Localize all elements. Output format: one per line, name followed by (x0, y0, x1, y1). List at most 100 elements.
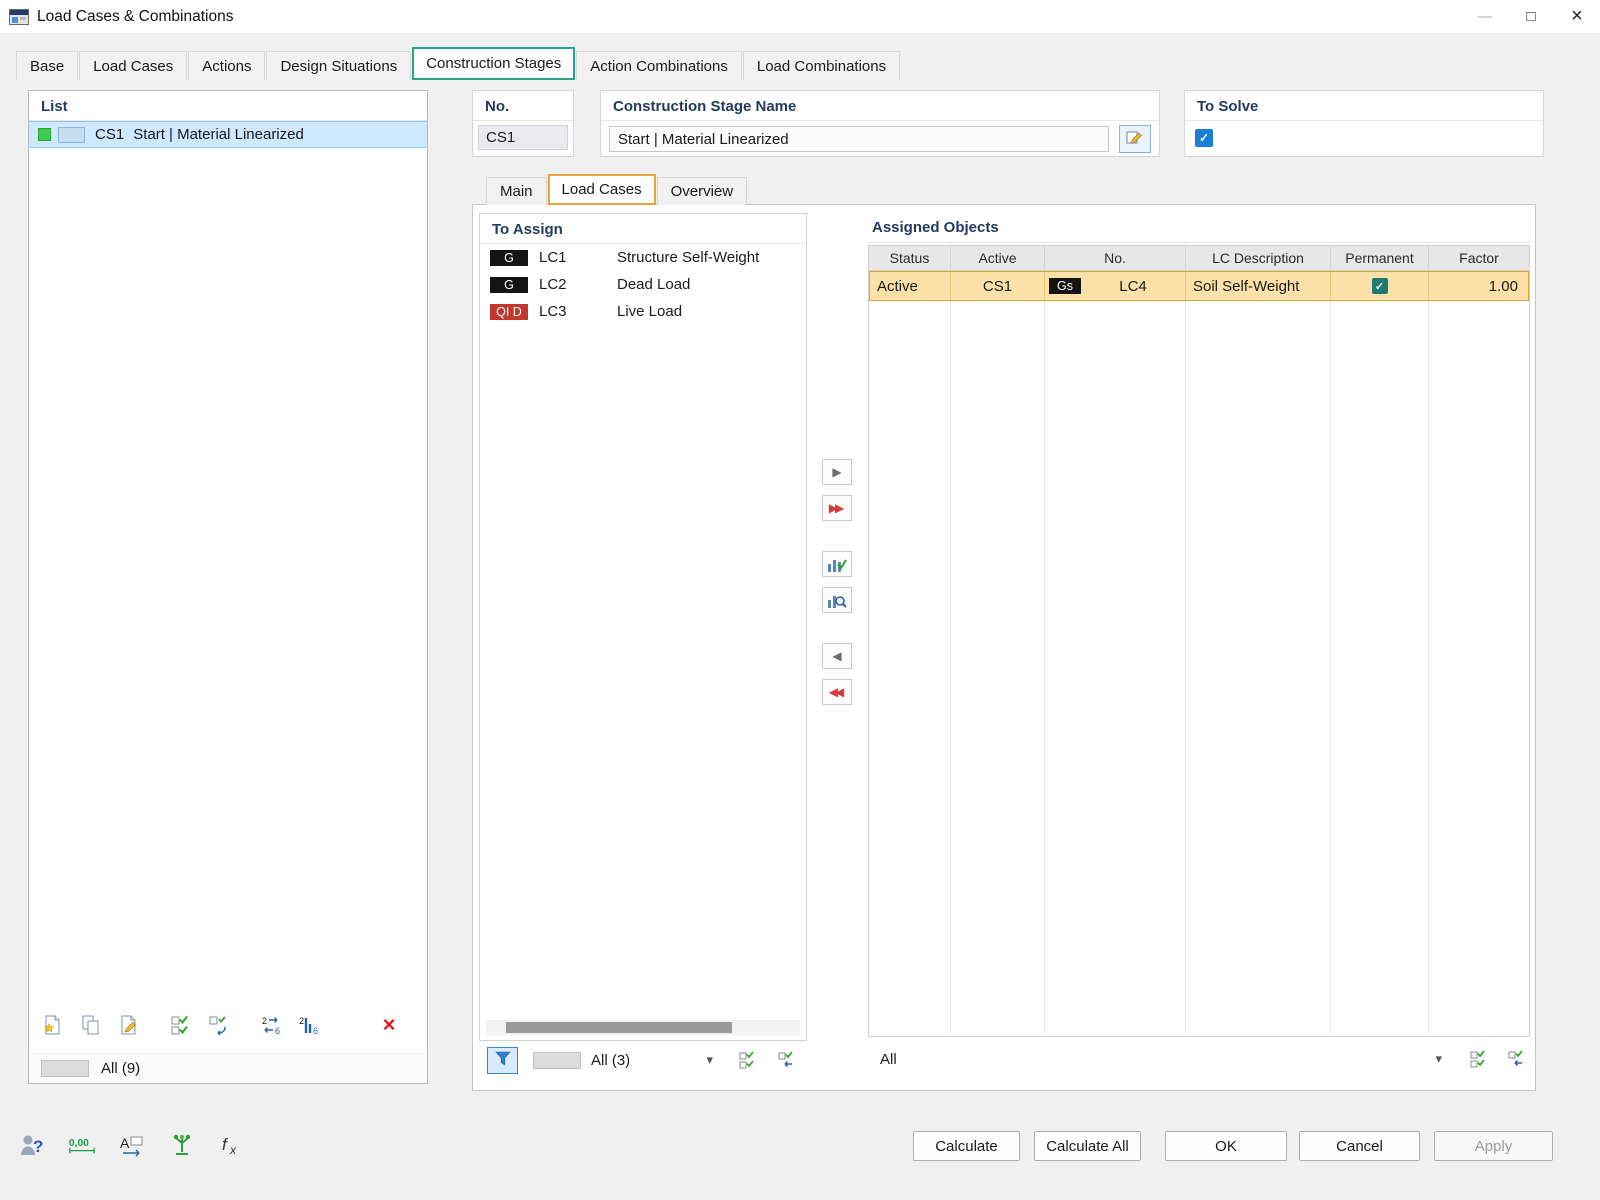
deselect-checks-icon[interactable] (1503, 1047, 1531, 1072)
column-header-factor[interactable]: Factor (1429, 246, 1529, 270)
column-header-permanent[interactable]: Permanent (1331, 246, 1429, 270)
cell-lc-description: Soil Self-Weight (1186, 271, 1331, 301)
to-assign-item-lc3[interactable]: QI D LC3 Live Load (480, 298, 806, 325)
tab-base[interactable]: Base (16, 51, 78, 80)
titlebar: Load Cases & Combinations — □ × (0, 0, 1600, 34)
stage-name-field[interactable]: Start | Material Linearized (609, 126, 1109, 152)
svg-text:6: 6 (275, 1026, 280, 1035)
close-button[interactable]: × (1554, 0, 1600, 34)
assigned-objects-footer: All ▾ (876, 1045, 1530, 1073)
assign-one-button[interactable]: ▶ (822, 459, 852, 485)
chevron-down-icon: ▾ (706, 1052, 713, 1068)
subtab-overview[interactable]: Overview (657, 177, 748, 205)
assign-all-button[interactable]: ▶▶ (822, 495, 852, 521)
assigned-filter-value: All (880, 1051, 897, 1068)
ok-button[interactable]: OK (1165, 1131, 1287, 1161)
edit-name-button[interactable] (1119, 125, 1151, 153)
subtab-load-cases[interactable]: Load Cases (548, 174, 656, 205)
maximize-button[interactable]: □ (1508, 0, 1554, 34)
tab-action-combinations[interactable]: Action Combinations (576, 51, 742, 80)
table-header-row: Status Active No. LC Description Permane… (869, 246, 1529, 271)
load-case-id: LC1 (539, 249, 617, 266)
deselect-checks-icon[interactable] (772, 1048, 800, 1073)
stage-name-card: Construction Stage Name Start | Material… (600, 90, 1160, 157)
renumber-icon[interactable]: 26 (259, 1014, 283, 1036)
cell-no: Gs LC4 (1045, 271, 1186, 301)
calculate-all-button[interactable]: Calculate All (1034, 1131, 1141, 1161)
filter-button[interactable] (487, 1047, 518, 1074)
tab-load-combinations[interactable]: Load Combinations (743, 51, 900, 80)
window-controls: — □ × (1462, 0, 1600, 34)
renumber-options-icon[interactable]: 26 (297, 1014, 321, 1036)
main-tab-bar: Base Load Cases Actions Design Situation… (16, 47, 901, 80)
load-case-name: Live Load (617, 303, 806, 320)
to-solve-checkbox[interactable]: ✓ (1195, 129, 1213, 147)
invert-selection-icon[interactable] (207, 1014, 231, 1036)
tab-actions[interactable]: Actions (188, 51, 265, 80)
table-row[interactable]: Active CS1 Gs LC4 Soil Self-Weight ✓ 1.0… (869, 271, 1529, 301)
select-checks-icon[interactable] (1464, 1047, 1492, 1072)
column-header-status[interactable]: Status (869, 246, 951, 270)
load-type-badge: QI D (490, 304, 528, 320)
edit-stage-icon[interactable] (117, 1014, 141, 1036)
calculate-button[interactable]: Calculate (913, 1131, 1020, 1161)
select-all-icon[interactable] (169, 1014, 193, 1036)
load-type-badge: Gs (1049, 278, 1081, 294)
generate-icon[interactable] (168, 1131, 196, 1159)
footer-buttons: Calculate Calculate All OK Cancel Apply (913, 1131, 1553, 1161)
svg-text:x: x (229, 1143, 237, 1157)
new-stage-icon[interactable] (41, 1014, 65, 1036)
remove-one-button[interactable]: ◀ (822, 643, 852, 669)
tab-load-cases[interactable]: Load Cases (79, 51, 187, 80)
column-header-active[interactable]: Active (951, 246, 1045, 270)
apply-button: Apply (1434, 1131, 1553, 1161)
rename-icon[interactable]: A (118, 1131, 146, 1159)
help-icon[interactable]: ? (18, 1131, 46, 1159)
footer-toolbar: ? 0,00 A fx (18, 1128, 246, 1162)
assign-check-icon[interactable] (822, 551, 852, 577)
column-header-no[interactable]: No. (1045, 246, 1186, 270)
list-item-cs1[interactable]: CS1 Start | Material Linearized (29, 121, 427, 148)
to-assign-hscrollbar[interactable] (486, 1020, 800, 1035)
list-filter-bar[interactable]: All (9) (29, 1053, 427, 1083)
cancel-button[interactable]: Cancel (1299, 1131, 1420, 1161)
list-toolbar: 26 26 × (41, 1011, 415, 1039)
units-icon[interactable]: 0,00 (68, 1131, 96, 1159)
cell-status: Active (869, 271, 951, 301)
cell-active: CS1 (951, 271, 1045, 301)
no-card: No. CS1 (472, 90, 574, 157)
to-assign-filter-value: All (3) (591, 1052, 630, 1069)
to-assign-item-lc1[interactable]: G LC1 Structure Self-Weight (480, 244, 806, 271)
stage-name-label: Construction Stage Name (601, 91, 1159, 121)
to-assign-item-lc2[interactable]: G LC2 Dead Load (480, 271, 806, 298)
copy-stage-icon[interactable] (79, 1014, 103, 1036)
tab-design-situations[interactable]: Design Situations (266, 51, 411, 80)
select-checks-icon[interactable] (733, 1048, 761, 1073)
delete-stage-icon[interactable]: × (377, 1015, 401, 1035)
scrollbar-thumb[interactable] (506, 1022, 732, 1033)
list-item-name: Start | Material Linearized (133, 126, 304, 143)
assigned-objects-title: Assigned Objects (868, 213, 1530, 243)
check-icon: ✓ (1375, 280, 1384, 293)
svg-text:2: 2 (262, 1016, 267, 1026)
to-assign-footer: All (3) ▾ (487, 1045, 800, 1075)
assign-settings-icon[interactable] (822, 587, 852, 613)
to-assign-panel: To Assign G LC1 Structure Self-Weight G … (479, 213, 807, 1041)
assigned-filter-dropdown[interactable]: All ▾ (876, 1046, 1448, 1073)
stage-no-field[interactable]: CS1 (478, 125, 568, 150)
subtab-main[interactable]: Main (486, 177, 547, 205)
column-header-lc-description[interactable]: LC Description (1186, 246, 1331, 270)
permanent-checkbox[interactable]: ✓ (1372, 278, 1388, 294)
to-assign-filter-dropdown[interactable]: All (3) ▾ (527, 1047, 717, 1074)
remove-all-button[interactable]: ◀◀ (822, 679, 852, 705)
svg-text:2: 2 (299, 1016, 304, 1026)
cell-permanent: ✓ (1331, 271, 1429, 301)
assigned-objects-table: Status Active No. LC Description Permane… (868, 245, 1530, 1037)
edit-name-icon (1126, 129, 1144, 149)
tab-construction-stages[interactable]: Construction Stages (412, 47, 575, 80)
dialog-window: Load Cases & Combinations — □ × Base Loa… (0, 0, 1600, 1200)
minimize-button[interactable]: — (1462, 0, 1508, 34)
load-case-name: Structure Self-Weight (617, 249, 806, 266)
formula-icon[interactable]: fx (218, 1131, 246, 1159)
svg-text:f: f (222, 1135, 229, 1154)
